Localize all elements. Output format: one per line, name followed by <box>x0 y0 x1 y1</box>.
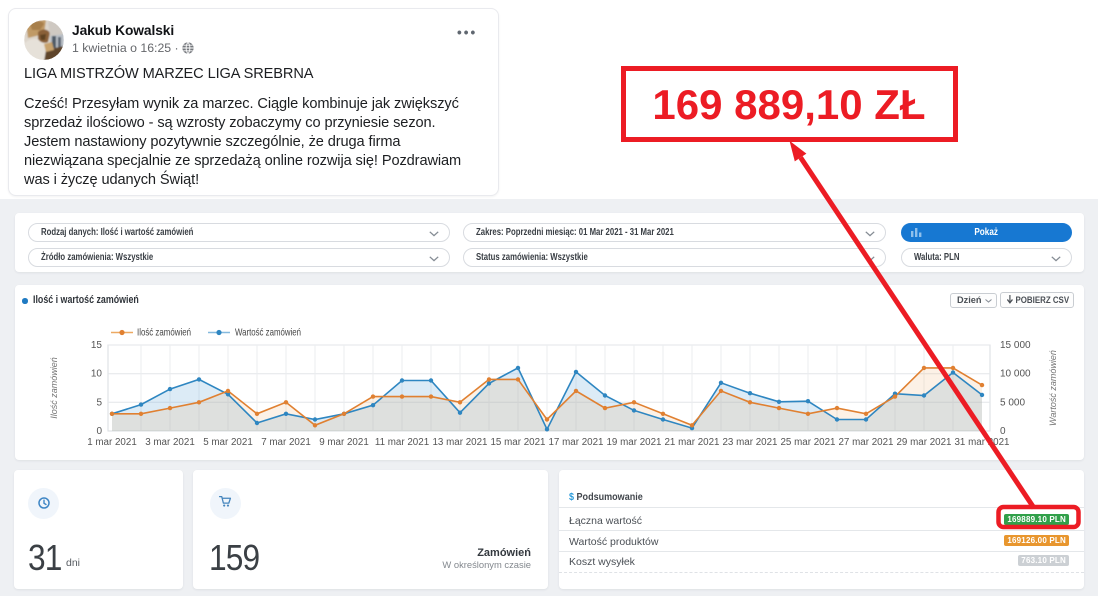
svg-text:169 889,10 ZŁ: 169 889,10 ZŁ <box>652 81 925 128</box>
